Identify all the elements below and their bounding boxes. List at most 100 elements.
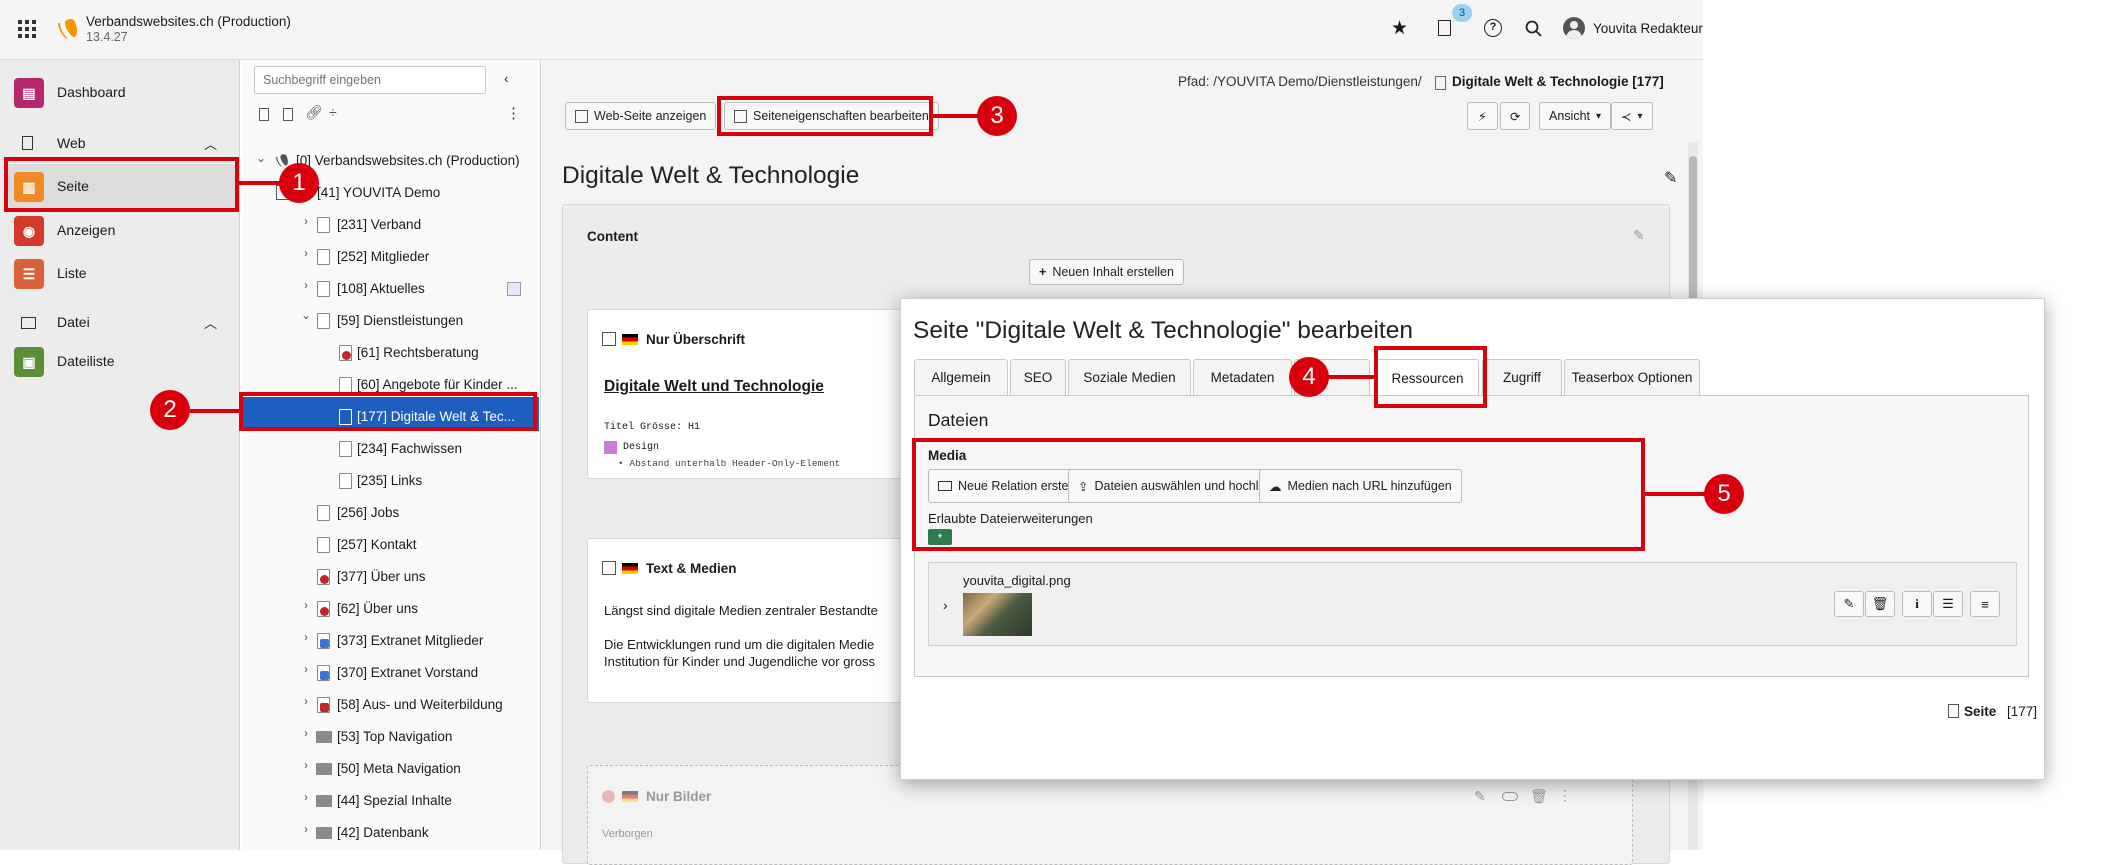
crop-file-button[interactable]: ≡ — [1970, 591, 2000, 617]
tree-item[interactable]: [108] Aktuelles — [337, 278, 425, 300]
tab-soziale-medien[interactable]: Soziale Medien — [1068, 359, 1191, 395]
tab-ressourcen[interactable]: Ressourcen — [1376, 359, 1479, 396]
pencil-icon: ✎ — [1843, 596, 1855, 611]
info-file-button[interactable]: i — [1902, 591, 1932, 617]
share-dropdown[interactable]: ≺ ▾ — [1611, 102, 1653, 130]
reorder-file-button[interactable]: ☰ — [1933, 591, 1963, 617]
tree-item[interactable]: [58] Aus- und Weiterbildung — [337, 694, 503, 716]
tree-item[interactable]: [61] Rechtsberatung — [357, 342, 479, 364]
chevron-right-icon[interactable]: › — [301, 662, 311, 676]
chevron-right-icon[interactable]: › — [943, 597, 948, 613]
delete-file-button[interactable]: 🗑︎ — [1865, 591, 1895, 617]
tree-item[interactable]: [373] Extranet Mitglieder — [337, 630, 483, 652]
module-liste[interactable]: Liste — [57, 265, 87, 281]
divider-icon[interactable]: ÷ — [329, 104, 337, 120]
column-edit-icon[interactable]: ✎ — [1633, 227, 1645, 244]
avatar[interactable] — [1563, 17, 1585, 39]
delete-icon[interactable]: 🗑︎ — [1530, 788, 1548, 805]
edit-file-button[interactable]: ✎ — [1834, 591, 1864, 617]
site-name: Verbandswebsites.ch (Production) — [86, 14, 291, 29]
tab-seo[interactable]: SEO — [1010, 359, 1066, 395]
tree-menu-icon[interactable]: ⋮ — [506, 104, 521, 122]
module-seite[interactable]: Seite — [57, 178, 89, 194]
chevron-right-icon[interactable]: › — [301, 822, 311, 836]
footer-page-icon — [1948, 704, 1959, 718]
toggle-visibility-icon[interactable] — [1502, 792, 1518, 801]
chevron-right-icon[interactable]: › — [301, 598, 311, 612]
link-icon[interactable]: 🔗︎ — [305, 104, 323, 121]
search-icon[interactable] — [1525, 20, 1542, 37]
tree-item[interactable]: [370] Extranet Vorstand — [337, 662, 478, 684]
chevron-down-icon[interactable]: ⌄ — [301, 308, 311, 322]
module-group-web[interactable]: Web — [57, 135, 86, 151]
tree-item[interactable]: [256] Jobs — [337, 502, 399, 524]
tree-item[interactable]: [53] Top Navigation — [337, 726, 452, 748]
user-name[interactable]: Youvita Redakteur — [1593, 21, 1703, 36]
module-anzeigen[interactable]: Anzeigen — [57, 222, 115, 238]
tree-item[interactable]: [257] Kontakt — [337, 534, 417, 556]
tree-item[interactable]: [59] Dienstleistungen — [337, 310, 463, 332]
open-documents-icon[interactable] — [1438, 20, 1451, 36]
tree-item[interactable]: [60] Angebote für Kinder ... — [357, 374, 518, 396]
new-page-icon[interactable] — [259, 108, 269, 121]
collapse-tree-icon[interactable]: ‹ — [504, 70, 509, 86]
tab-metadaten[interactable]: Metadaten — [1193, 359, 1292, 395]
edit-pencil-icon[interactable]: ✎ — [1474, 788, 1486, 805]
view-page-icon — [575, 109, 588, 123]
module-dateiliste[interactable]: Dateiliste — [57, 353, 115, 369]
add-media-url-button[interactable]: ☁︎ Medien nach URL hinzufügen — [1259, 469, 1462, 503]
chevron-right-icon[interactable]: › — [301, 278, 311, 292]
tree-item[interactable]: [377] Über uns — [337, 566, 426, 588]
tree-item[interactable]: [62] Über uns — [337, 598, 418, 620]
datei-image-icon — [21, 317, 36, 329]
chevron-right-icon[interactable]: › — [301, 726, 311, 740]
tab-allgemein[interactable]: Allgemein — [914, 359, 1008, 395]
content-element-textmedia[interactable]: Text & Medien Längst sind digitale Medie… — [587, 538, 917, 703]
chevron-right-icon[interactable]: › — [301, 246, 311, 260]
tree-item[interactable]: [44] Spezial Inhalte — [337, 790, 452, 812]
chevron-down-icon[interactable]: ⌄ — [256, 151, 266, 165]
chevron-up-icon[interactable]: ︿ — [204, 134, 217, 153]
content-element-hidden[interactable]: Nur Bilder ✎ 🗑︎ ⋮ Verborgen — [587, 765, 1633, 865]
tree-search-input[interactable] — [254, 66, 486, 94]
tree-item[interactable]: [252] Mitglieder — [337, 246, 429, 268]
lightning-button[interactable]: ⚡︎ — [1467, 102, 1498, 130]
chevron-up-icon[interactable]: ︿ — [204, 313, 217, 332]
edit-pencil-icon[interactable]: ✎ — [1664, 168, 1677, 188]
anzeigen-eye-icon: ◉ — [14, 216, 44, 246]
tree-root[interactable]: [0] Verbandswebsites.ch (Production) — [296, 150, 520, 172]
chevron-right-icon[interactable]: › — [301, 630, 311, 644]
page-icon — [317, 537, 330, 553]
new-content-button[interactable]: + Neuen Inhalt erstellen — [1029, 259, 1184, 285]
help-icon[interactable]: ? — [1484, 19, 1502, 37]
typo3-logo-icon[interactable] — [55, 17, 77, 41]
tree-item[interactable]: [234] Fachwissen — [357, 438, 462, 460]
tab-zugriff[interactable]: Zugriff — [1482, 359, 1562, 395]
refresh-button[interactable]: ⟳ — [1500, 102, 1531, 130]
web-page-icon — [22, 136, 33, 150]
chevron-right-icon[interactable]: › — [301, 694, 311, 708]
apps-grid-icon[interactable] — [18, 20, 36, 38]
tree-item[interactable]: [231] Verband — [337, 214, 421, 236]
tree-item[interactable]: [41] YOUVITA Demo — [317, 182, 440, 204]
view-webpage-button[interactable]: Web-Seite anzeigen — [565, 102, 717, 130]
tree-item[interactable]: [177] Digitale Welt & Tec... — [357, 406, 515, 428]
header-ce-icon — [602, 332, 616, 346]
module-dashboard[interactable]: Dashboard — [57, 84, 126, 100]
module-group-datei[interactable]: Datei — [57, 314, 90, 330]
tree-item[interactable]: [235] Links — [357, 470, 422, 492]
page-icon[interactable] — [283, 108, 293, 121]
tree-item[interactable]: [42] Datenbank — [337, 822, 429, 844]
edit-page-properties-button[interactable]: Seiteneigenschaften bearbeiten — [724, 102, 939, 130]
chevron-right-icon[interactable]: › — [301, 758, 311, 772]
content-element-header[interactable]: Nur Überschrift Digitale Welt und Techno… — [587, 309, 917, 479]
bookmark-star-icon[interactable]: ★ — [1391, 17, 1408, 40]
tab-teaserbox[interactable]: Teaserbox Optionen — [1564, 359, 1700, 395]
chevron-right-icon[interactable]: › — [301, 790, 311, 804]
hidden-ce-icon — [602, 790, 615, 803]
allowed-ext-badge: * — [928, 529, 952, 545]
tree-item[interactable]: [50] Meta Navigation — [337, 758, 461, 780]
chevron-right-icon[interactable]: › — [301, 214, 311, 228]
more-menu-icon[interactable]: ⋮ — [1558, 787, 1572, 804]
ansicht-dropdown[interactable]: Ansicht ▾ — [1539, 102, 1612, 130]
